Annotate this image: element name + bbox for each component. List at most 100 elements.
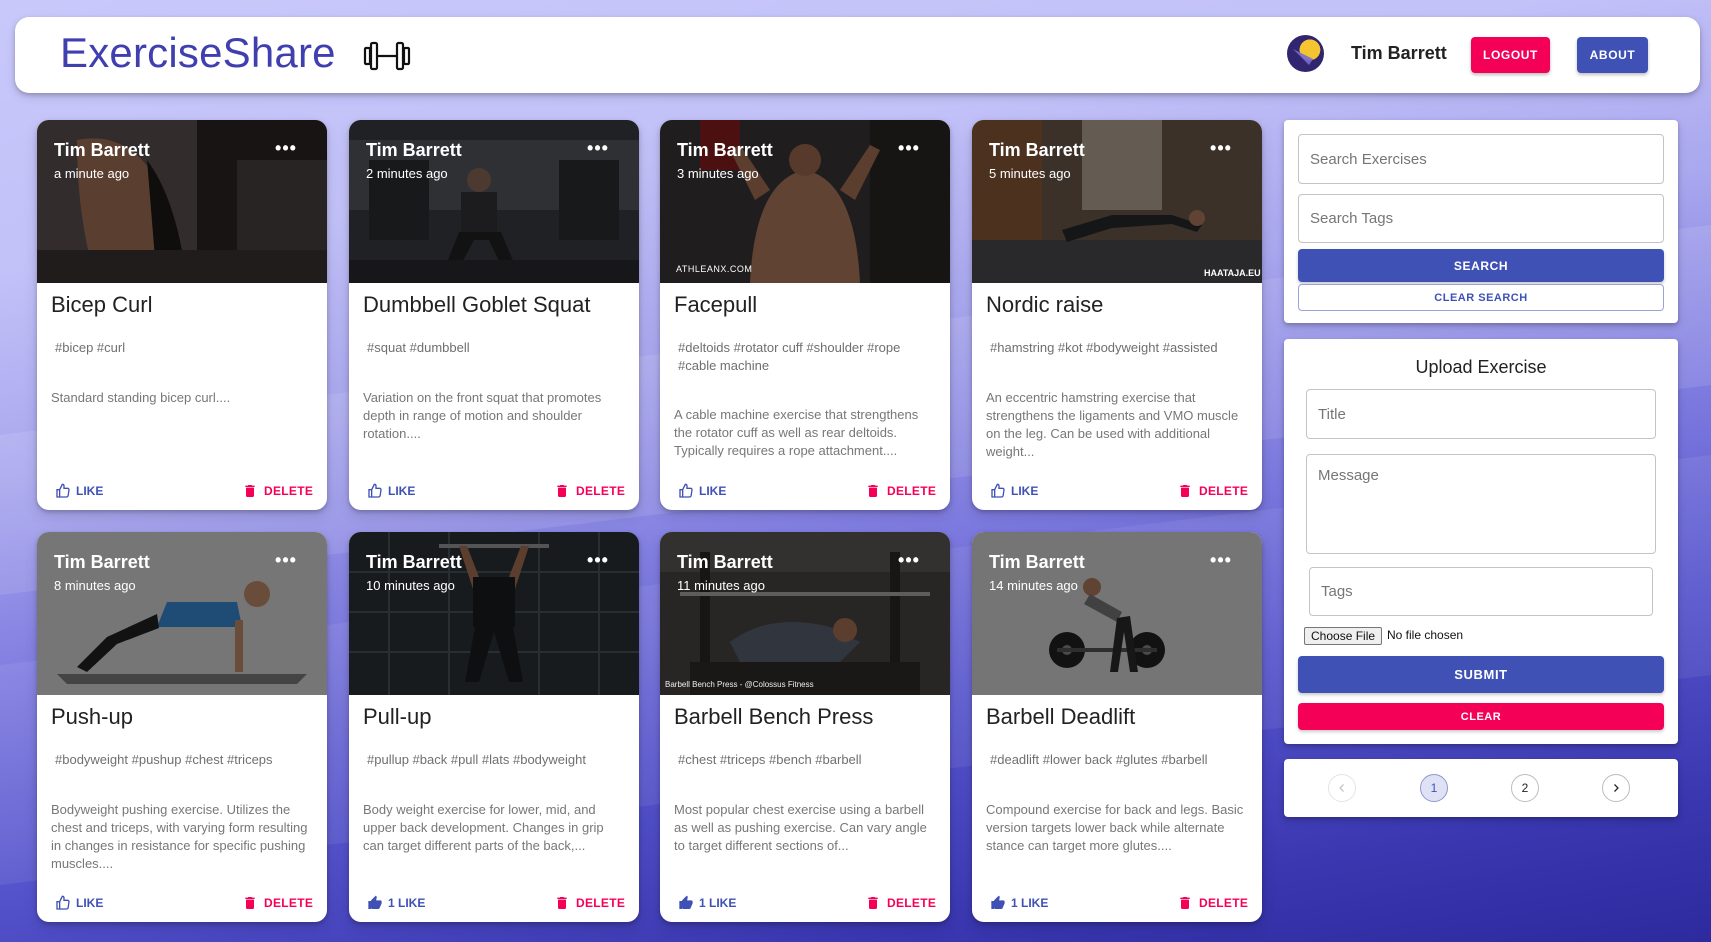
title-field[interactable] <box>1306 389 1656 439</box>
more-options-icon[interactable]: ••• <box>1208 138 1234 158</box>
trash-icon <box>557 485 567 497</box>
pagination: 1 2 <box>1284 759 1678 817</box>
thumb-up-icon <box>368 895 382 909</box>
post-author: Tim Barrett <box>366 140 462 160</box>
delete-label: DELETE <box>264 896 314 910</box>
post-title: Bicep Curl <box>51 292 153 317</box>
post-time: 2 minutes ago <box>366 166 448 181</box>
like-label: 1 LIKE <box>1011 896 1049 910</box>
like-button[interactable]: 1 LIKE <box>678 893 736 913</box>
post-time: 11 minutes ago <box>677 578 765 593</box>
post-card: Tim Barrett a minute ago ••• Bicep Curl … <box>37 120 327 510</box>
post-author: Tim Barrett <box>677 140 773 160</box>
more-options-icon[interactable]: ••• <box>273 138 299 158</box>
trash-icon <box>1180 897 1190 909</box>
post-title: Push-up <box>51 704 133 729</box>
image-watermark: HAATAJA.EU <box>1204 268 1261 278</box>
like-button[interactable]: LIKE <box>990 481 1038 501</box>
about-button[interactable]: ABOUT <box>1577 37 1648 73</box>
post-title: Nordic raise <box>986 292 1104 317</box>
post-tags: #bodyweight #pushup #chest #triceps <box>55 752 273 767</box>
post-title: Pull-up <box>363 704 432 729</box>
post-message: An eccentric hamstring exercise that str… <box>986 390 1239 459</box>
search-button[interactable]: SEARCH <box>1298 249 1664 282</box>
clear-button[interactable]: CLEAR <box>1298 703 1664 730</box>
thumb-up-icon <box>991 895 1005 909</box>
delete-button[interactable]: DELETE <box>865 893 936 913</box>
post-message: Standard standing bicep curl.... <box>51 390 231 405</box>
search-tags-input[interactable] <box>1298 194 1664 243</box>
more-options-icon[interactable]: ••• <box>896 550 922 570</box>
upload-heading: Upload Exercise <box>1415 357 1547 377</box>
post-message: Variation on the front squat that promot… <box>363 390 602 441</box>
like-button[interactable]: 1 LIKE <box>990 893 1048 913</box>
previous-page-button[interactable] <box>1328 774 1356 802</box>
post-tags: #deltoids #rotator cuff #shoulder #rope … <box>678 340 901 373</box>
delete-label: DELETE <box>887 484 937 498</box>
search-panel: SEARCH CLEAR SEARCH <box>1284 120 1678 323</box>
like-label: LIKE <box>699 484 727 498</box>
post-author: Tim Barrett <box>989 552 1085 572</box>
file-status: No file chosen <box>1387 628 1464 642</box>
thumb-up-outline-icon <box>368 483 382 498</box>
like-button[interactable]: LIKE <box>55 893 103 913</box>
post-card: Tim Barrett 10 minutes ago ••• Pull-up #… <box>349 532 639 922</box>
like-label: 1 LIKE <box>699 896 737 910</box>
delete-button[interactable]: DELETE <box>1177 893 1248 913</box>
post-time: 8 minutes ago <box>54 578 136 593</box>
post-card: ATHLEANX.COM Tim Barrett 3 minutes ago •… <box>660 120 950 510</box>
post-message: Compound exercise for back and legs. Bas… <box>986 802 1244 853</box>
search-exercises-input[interactable] <box>1298 134 1664 184</box>
page-button-1[interactable]: 1 <box>1420 774 1448 802</box>
next-page-button[interactable] <box>1602 774 1630 802</box>
like-button[interactable]: LIKE <box>678 481 726 501</box>
clear-search-button[interactable]: CLEAR SEARCH <box>1298 284 1664 311</box>
post-author: Tim Barrett <box>54 552 150 572</box>
delete-label: DELETE <box>264 484 314 498</box>
like-button[interactable]: 1 LIKE <box>367 893 425 913</box>
app-header: ExerciseShare Tim Barrett LOGOUT ABOUT <box>15 17 1700 93</box>
thumb-up-outline-icon <box>56 483 70 498</box>
delete-button[interactable]: DELETE <box>242 893 313 913</box>
like-button[interactable]: LIKE <box>55 481 103 501</box>
like-button[interactable]: LIKE <box>367 481 415 501</box>
tags-field[interactable] <box>1309 567 1653 616</box>
avatar[interactable] <box>1287 35 1324 72</box>
more-options-icon[interactable]: ••• <box>896 138 922 158</box>
dumbbell-icon <box>363 41 411 71</box>
user-name: Tim Barrett <box>1351 43 1447 63</box>
more-options-icon[interactable]: ••• <box>585 138 611 158</box>
more-options-icon[interactable]: ••• <box>1208 550 1234 570</box>
message-field[interactable] <box>1306 454 1656 554</box>
like-label: 1 LIKE <box>388 896 426 910</box>
post-message: A cable machine exercise that strengthen… <box>674 407 919 458</box>
submit-button[interactable]: SUBMIT <box>1298 656 1664 693</box>
delete-button[interactable]: DELETE <box>554 893 625 913</box>
logout-button[interactable]: LOGOUT <box>1471 37 1550 73</box>
delete-label: DELETE <box>1199 484 1249 498</box>
choose-file-button[interactable]: Choose File <box>1304 627 1383 645</box>
thumb-up-outline-icon <box>56 895 70 910</box>
page-button-2[interactable]: 2 <box>1511 774 1539 802</box>
more-options-icon[interactable]: ••• <box>585 550 611 570</box>
post-time: a minute ago <box>54 166 130 181</box>
more-options-icon[interactable]: ••• <box>273 550 299 570</box>
chevron-right-icon <box>1614 784 1619 792</box>
post-card: Tim Barrett 8 minutes ago ••• Push-up #b… <box>37 532 327 922</box>
delete-button[interactable]: DELETE <box>554 481 625 501</box>
post-tags: #deadlift #lower back #glutes #barbell <box>990 752 1208 767</box>
delete-label: DELETE <box>576 484 626 498</box>
like-label: LIKE <box>76 484 104 498</box>
trash-icon <box>868 897 878 909</box>
post-tags: #chest #triceps #bench #barbell <box>678 752 862 767</box>
delete-button[interactable]: DELETE <box>1177 481 1248 501</box>
trash-icon <box>557 897 567 909</box>
post-author: Tim Barrett <box>989 140 1085 160</box>
brand-title[interactable]: ExerciseShare <box>60 29 336 77</box>
delete-button[interactable]: DELETE <box>242 481 313 501</box>
delete-label: DELETE <box>576 896 626 910</box>
delete-label: DELETE <box>1199 896 1249 910</box>
post-tags: #squat #dumbbell <box>367 340 470 355</box>
delete-button[interactable]: DELETE <box>865 481 936 501</box>
chevron-left-icon <box>1339 784 1344 792</box>
